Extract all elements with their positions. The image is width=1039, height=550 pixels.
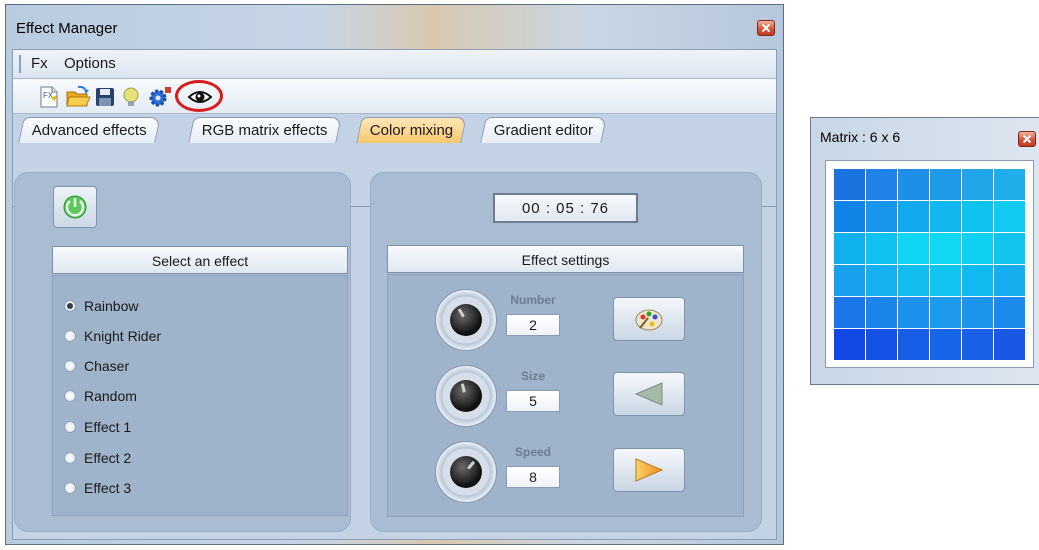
matrix-cell: [994, 169, 1025, 200]
knob-indicator: [460, 383, 466, 393]
matrix-cell: [834, 201, 865, 232]
radio-button[interactable]: [64, 330, 76, 342]
menu-options[interactable]: Options: [64, 55, 116, 72]
matrix-cell: [834, 265, 865, 296]
size-value[interactable]: 5: [506, 390, 560, 412]
matrix-cell: [962, 233, 993, 264]
radio-effect-3[interactable]: Effect 3: [64, 477, 131, 499]
speed-knob[interactable]: [435, 441, 497, 503]
lightbulb-icon[interactable]: [119, 85, 143, 109]
radio-knight-rider[interactable]: Knight Rider: [64, 325, 161, 347]
matrix-cell: [898, 265, 929, 296]
number-knob[interactable]: [435, 289, 497, 351]
matrix-cell: [898, 329, 929, 360]
matrix-cell: [898, 201, 929, 232]
settings-gear-icon[interactable]: [147, 85, 171, 109]
matrix-frame: [825, 160, 1034, 368]
matrix-cell: [834, 233, 865, 264]
matrix-cell: [930, 169, 961, 200]
new-effect-icon[interactable]: FX: [37, 85, 61, 109]
play-backward-button[interactable]: [613, 372, 685, 416]
size-knob[interactable]: [435, 365, 497, 427]
speed-label: Speed: [514, 445, 551, 459]
matrix-cell: [994, 233, 1025, 264]
play-forward-icon: [635, 458, 664, 482]
highlight-circle: [175, 80, 223, 112]
matrix-cell: [834, 169, 865, 200]
power-button[interactable]: [53, 186, 97, 228]
speed-value[interactable]: 8: [506, 466, 560, 488]
knob-indicator: [457, 308, 465, 318]
matrix-cell: [866, 169, 897, 200]
matrix-cell: [930, 265, 961, 296]
radio-button[interactable]: [64, 421, 76, 433]
matrix-cell: [962, 201, 993, 232]
size-label: Size: [520, 369, 545, 383]
play-backward-icon: [634, 382, 663, 406]
radio-chaser[interactable]: Chaser: [64, 355, 129, 377]
radio-effect-2[interactable]: Effect 2: [64, 447, 131, 469]
matrix-cell: [962, 265, 993, 296]
menu-fx[interactable]: Fx: [31, 55, 48, 72]
menu-bar: Fx Options: [13, 50, 776, 79]
matrix-grid: [834, 169, 1025, 360]
menu-grip: [19, 55, 21, 73]
tab-gradient-editor[interactable]: Gradient editor: [480, 117, 607, 143]
color-palette-button[interactable]: [613, 297, 685, 341]
matrix-cell: [866, 233, 897, 264]
tab-advanced-effects[interactable]: Advanced effects: [18, 117, 161, 143]
matrix-cell: [994, 297, 1025, 328]
matrix-cell: [930, 201, 961, 232]
knob-cap: [450, 456, 482, 488]
radio-effect-1[interactable]: Effect 1: [64, 416, 131, 438]
color-palette-icon: [635, 309, 663, 331]
knob-cap: [450, 304, 482, 336]
matrix-cell: [994, 329, 1025, 360]
matrix-cell: [994, 201, 1025, 232]
matrix-cell: [898, 169, 929, 200]
effect-settings-header: Effect settings: [387, 245, 744, 273]
play-forward-button[interactable]: [613, 448, 685, 492]
radio-button[interactable]: [64, 360, 76, 372]
number-label: Number: [510, 293, 556, 307]
matrix-cell: [930, 233, 961, 264]
radio-rainbow[interactable]: Rainbow: [64, 295, 138, 317]
close-button[interactable]: [757, 20, 775, 36]
radio-button[interactable]: [64, 300, 76, 312]
radio-button[interactable]: [64, 390, 76, 402]
radio-random[interactable]: Random: [64, 385, 137, 407]
matrix-cell: [898, 297, 929, 328]
tab-rgb-matrix-effects[interactable]: RGB matrix effects: [188, 117, 342, 143]
matrix-window: Matrix : 6 x 6: [810, 117, 1039, 385]
radio-button[interactable]: [64, 482, 76, 494]
matrix-cell: [962, 329, 993, 360]
matrix-cell: [866, 297, 897, 328]
window-title: Effect Manager: [16, 20, 118, 37]
matrix-cell: [834, 329, 865, 360]
select-effect-header: Select an effect: [52, 246, 348, 274]
radio-button[interactable]: [64, 452, 76, 464]
title-bar[interactable]: Effect Manager: [6, 5, 783, 49]
save-icon[interactable]: [93, 85, 117, 109]
matrix-cell: [866, 201, 897, 232]
matrix-cell: [962, 297, 993, 328]
matrix-cell: [834, 297, 865, 328]
matrix-cell: [930, 329, 961, 360]
toolbar: FX: [13, 79, 776, 114]
matrix-cell: [962, 169, 993, 200]
matrix-close-button[interactable]: [1018, 131, 1036, 147]
matrix-window-title: Matrix : 6 x 6: [820, 129, 901, 145]
knob-indicator: [467, 460, 476, 470]
matrix-cell: [866, 265, 897, 296]
matrix-cell: [930, 297, 961, 328]
matrix-cell: [898, 233, 929, 264]
matrix-cell: [866, 329, 897, 360]
matrix-cell: [994, 265, 1025, 296]
open-folder-icon[interactable]: [65, 85, 91, 109]
timer-display: 00 : 05 : 76: [493, 193, 638, 223]
tab-color-mixing[interactable]: Color mixing: [356, 117, 468, 143]
number-value[interactable]: 2: [506, 314, 560, 336]
knob-cap: [450, 380, 482, 412]
tab-strip: Advanced effects RGB matrix effects Colo…: [13, 114, 776, 207]
